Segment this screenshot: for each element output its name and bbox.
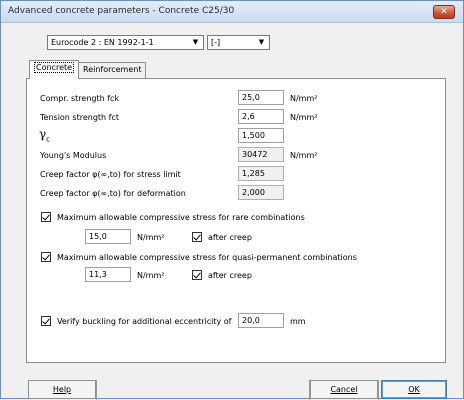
buckling-checkbox[interactable]: [41, 316, 51, 326]
rare-stress-unit: N/mm²: [137, 233, 165, 242]
quasi-stress-input[interactable]: 11,3: [85, 267, 131, 282]
gamma-c-input[interactable]: 1,500: [238, 128, 284, 143]
button-separator: [378, 380, 379, 400]
fck-label: Compr. strength fck: [40, 94, 120, 103]
window-title: Advanced concrete parameters - Concrete …: [8, 6, 235, 16]
creep-deformation-input[interactable]: 2,000: [238, 185, 284, 200]
close-icon: ✕: [440, 7, 448, 17]
tab-reinforcement[interactable]: Reinforcement: [78, 62, 147, 78]
dialog-window: Advanced concrete parameters - Concrete …: [0, 0, 464, 400]
fct-unit: N/mm²: [290, 113, 318, 122]
creep-deformation-label: Creep factor φ(∞,to) for deformation: [40, 189, 186, 198]
quasi-after-creep-checkbox[interactable]: [192, 270, 202, 280]
button-separator: [96, 380, 97, 400]
title-bar: Advanced concrete parameters - Concrete …: [1, 1, 463, 23]
quasi-stress-unit: N/mm²: [137, 271, 165, 280]
cancel-button-label: Cancel: [330, 385, 358, 394]
ok-button[interactable]: OK: [381, 380, 447, 399]
buckling-label: Verify buckling for additional eccentric…: [57, 317, 232, 326]
tab-concrete[interactable]: Concrete: [29, 60, 80, 79]
rare-stress-input[interactable]: 15,0: [85, 229, 131, 244]
rare-after-creep-checkbox[interactable]: [192, 232, 202, 242]
national-annex-select[interactable]: [-] ▼: [207, 35, 270, 50]
creep-stress-input[interactable]: 1,285: [238, 166, 284, 181]
help-button-label: Help: [52, 385, 72, 394]
young-modulus-input[interactable]: 30472: [238, 147, 284, 162]
fct-label: Tension strength fct: [40, 113, 120, 122]
ok-button-label: OK: [408, 385, 420, 394]
help-button[interactable]: Help: [28, 380, 96, 399]
tab-reinforcement-label: Reinforcement: [83, 65, 142, 74]
young-modulus-unit: N/mm²: [290, 151, 318, 160]
quasi-permanent-label: Maximum allowable compressive stress for…: [57, 253, 357, 262]
close-button[interactable]: ✕: [433, 5, 455, 19]
design-code-value: Eurocode 2 : EN 1992-1-1: [51, 38, 154, 47]
cancel-button[interactable]: Cancel: [310, 380, 378, 399]
eccentricity-input[interactable]: 20,0: [238, 313, 284, 328]
fck-unit: N/mm²: [290, 94, 318, 103]
quasi-permanent-checkbox[interactable]: [41, 252, 51, 262]
quasi-after-creep-label: after creep: [208, 271, 252, 280]
gamma-subscript: c: [46, 135, 51, 144]
young-modulus-label: Young's Modulus: [40, 151, 107, 160]
tab-concrete-label: Concrete: [34, 62, 75, 73]
rare-combinations-checkbox[interactable]: [41, 212, 51, 222]
fck-input[interactable]: 25,0: [238, 90, 284, 105]
eccentricity-unit: mm: [290, 317, 306, 326]
rare-after-creep-label: after creep: [208, 233, 252, 242]
chevron-down-icon: ▼: [258, 38, 265, 46]
fct-input[interactable]: 2,6: [238, 109, 284, 124]
national-annex-value: [-]: [211, 38, 221, 47]
creep-stress-label: Creep factor φ(∞,to) for stress limit: [40, 170, 181, 179]
gamma-c-label: γc: [39, 127, 50, 143]
rare-combinations-label: Maximum allowable compressive stress for…: [57, 213, 305, 222]
chevron-down-icon: ▼: [192, 38, 199, 46]
design-code-select[interactable]: Eurocode 2 : EN 1992-1-1 ▼: [47, 35, 204, 50]
